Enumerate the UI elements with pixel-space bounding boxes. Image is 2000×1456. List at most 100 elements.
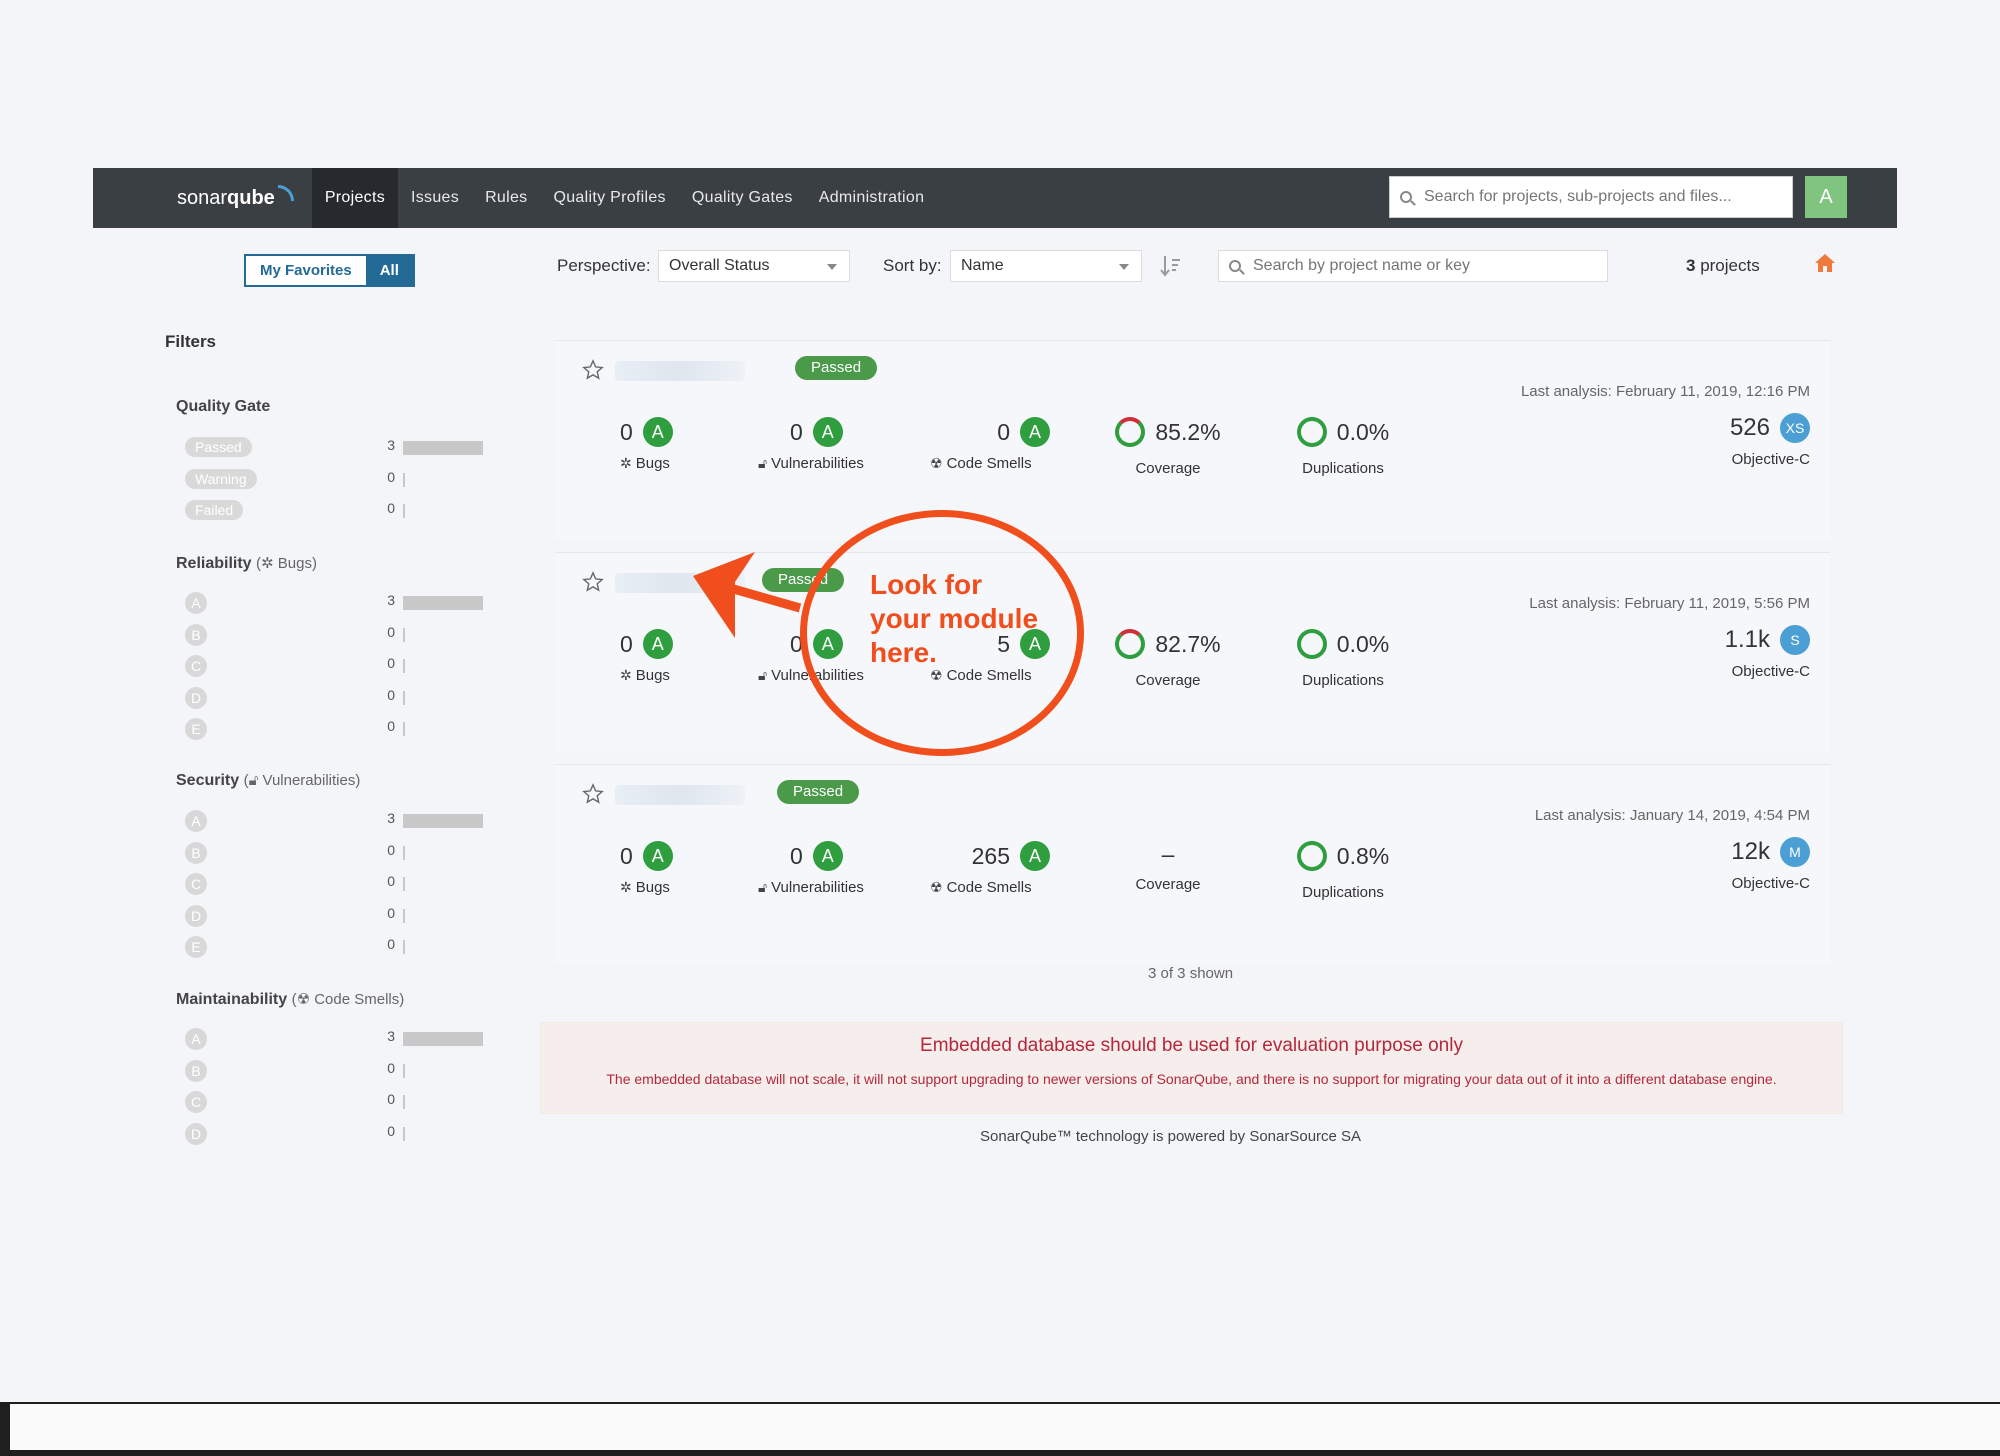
quality_gate-facet-row-failed[interactable]: Failed 0 <box>185 498 495 522</box>
size-block: 1.1k S Objective-C <box>1725 625 1810 680</box>
security-facet-row-e[interactable]: E0 <box>185 934 495 958</box>
project-search-box[interactable] <box>1218 250 1608 282</box>
code-smells-grade: A <box>1020 841 1050 871</box>
code-smells-label: Code Smells <box>946 879 1032 896</box>
sort-select[interactable]: Name <box>950 250 1142 282</box>
rating-badge: A <box>185 1028 207 1050</box>
code-smell-icon: ☢︎ <box>930 455 943 471</box>
maintainability-facet-row-d[interactable]: D0 <box>185 1121 495 1145</box>
my-favorites-button[interactable]: My Favorites <box>246 256 366 285</box>
lock-icon: 🔓︎ <box>758 879 768 895</box>
facet-count: 3 <box>387 592 395 608</box>
maintainability-subtitle: Code Smells <box>314 991 400 1008</box>
security-facet-row-b[interactable]: B0 <box>185 840 495 864</box>
quality-gate-facet-title[interactable]: Quality Gate <box>176 398 270 416</box>
lines-of-code: 12k <box>1731 838 1770 865</box>
maintainability-facet-row-b[interactable]: B0 <box>185 1058 495 1082</box>
project-search-input[interactable] <box>1253 257 1593 275</box>
global-search-box[interactable] <box>1389 176 1793 218</box>
nav-quality-profiles[interactable]: Quality Profiles <box>540 168 678 228</box>
favorite-star-icon[interactable] <box>582 359 604 381</box>
quality_gate-facet-row-warning[interactable]: Warning 0 <box>185 467 495 491</box>
bug-icon: ✲ <box>620 879 632 895</box>
maintainability-title-text: Maintainability <box>176 991 288 1008</box>
security-facet-row-a[interactable]: A3 <box>185 808 495 832</box>
warning-title: Embedded database should be used for eva… <box>920 1035 1463 1056</box>
facet-count: 0 <box>387 623 395 640</box>
facet-bar <box>403 814 483 828</box>
maintainability-facet-row-a[interactable]: A3 <box>185 1026 495 1050</box>
facet-count: 3 <box>387 1028 395 1044</box>
security-facet-row-c[interactable]: C0 <box>185 871 495 895</box>
rating-badge: B <box>185 623 207 646</box>
project-language: Objective-C <box>1731 451 1810 468</box>
reliability-facet-row-e[interactable]: E0 <box>185 716 495 740</box>
facet-bar <box>403 659 405 673</box>
project-name-redacted[interactable] <box>615 785 745 805</box>
vulnerabilities-metric[interactable]: 0 A 🔓︎ Vulnerabilities <box>758 417 864 472</box>
quality_gate-facet-row-passed[interactable]: Passed 3 <box>185 435 495 459</box>
nav-projects[interactable]: Projects <box>311 168 399 228</box>
nav-administration[interactable]: Administration <box>806 168 938 228</box>
home-icon[interactable] <box>1814 252 1836 274</box>
duplications-ring <box>1296 629 1327 659</box>
shown-count: 3 of 3 shown <box>1148 965 1234 982</box>
facet-bar <box>403 627 405 642</box>
global-search-input[interactable] <box>1424 188 1784 206</box>
sort-order-icon[interactable] <box>1160 254 1182 284</box>
security-facet-title[interactable]: Security (🔓︎ Vulnerabilities) <box>176 772 360 790</box>
bugs-metric[interactable]: 0 A ✲ Bugs <box>620 417 673 472</box>
coverage-metric[interactable]: 82.7% Coverage <box>1098 629 1238 689</box>
user-avatar[interactable]: A <box>1805 176 1847 218</box>
facet-count: 0 <box>387 1059 395 1076</box>
security-title-text: Security <box>176 772 240 789</box>
duplications-value: 0.0% <box>1336 418 1390 445</box>
bugs-metric[interactable]: 0 A ✲ Bugs <box>620 629 673 684</box>
facet-bar <box>403 690 405 705</box>
annotation-line-2: your module <box>870 603 1039 634</box>
code-smells-metric[interactable]: 0 A ☢︎ Code Smells <box>930 417 1050 472</box>
reliability-facet-row-c[interactable]: C0 <box>185 653 495 677</box>
top-navbar: sonar qube Projects Issues Rules Quality … <box>93 168 1897 228</box>
code-smells-metric[interactable]: 265 A ☢︎ Code Smells <box>930 841 1050 896</box>
rating-badge: B <box>185 1059 207 1082</box>
sonarqube-logo[interactable]: sonar qube <box>177 185 294 210</box>
annotation-line-1: Look for <box>870 569 982 600</box>
facet-bar <box>403 1032 483 1046</box>
coverage-metric[interactable]: 85.2% Coverage <box>1098 417 1238 477</box>
maintainability-facet-title[interactable]: Maintainability (☢︎ Code Smells) <box>176 990 404 1009</box>
rating-badge: D <box>185 1122 207 1145</box>
all-button[interactable]: All <box>365 256 413 285</box>
reliability-facet-row-d[interactable]: D0 <box>185 685 495 709</box>
duplications-ring <box>1296 841 1327 871</box>
coverage-label: Coverage <box>1135 672 1201 689</box>
security-facet-row-d[interactable]: D0 <box>185 903 495 927</box>
rating-badge: E <box>185 718 207 740</box>
reliability-facet-row-a[interactable]: A3 <box>185 590 495 614</box>
perspective-select[interactable]: Overall Status <box>658 250 850 282</box>
project-name-redacted[interactable] <box>615 361 745 381</box>
vulnerabilities-metric[interactable]: 0 A 🔓︎ Vulnerabilities <box>758 841 864 896</box>
reliability-facet-row-b[interactable]: B0 <box>185 622 495 646</box>
rating-badge: C <box>185 655 207 677</box>
duplications-ring <box>1296 417 1327 447</box>
rating-badge: D <box>185 904 207 927</box>
bugs-metric[interactable]: 0 A ✲ Bugs <box>620 841 673 896</box>
favorite-star-icon[interactable] <box>582 571 604 593</box>
nav-issues[interactable]: Issues <box>398 168 472 228</box>
favorite-star-icon[interactable] <box>582 783 604 805</box>
coverage-value: 85.2% <box>1155 418 1221 445</box>
gate-pill: Failed <box>185 500 244 520</box>
nav-quality-gates[interactable]: Quality Gates <box>679 168 806 228</box>
duplications-metric[interactable]: 0.0% Duplications <box>1273 417 1413 477</box>
nav-rules[interactable]: Rules <box>472 168 540 228</box>
coverage-metric[interactable]: – Coverage <box>1098 841 1238 893</box>
rating-badge: E <box>185 936 207 958</box>
search-icon <box>1229 260 1241 272</box>
gate-pill: Passed <box>185 437 252 457</box>
maintainability-facet-row-c[interactable]: C0 <box>185 1089 495 1113</box>
duplications-metric[interactable]: 0.8% Duplications <box>1273 841 1413 901</box>
duplications-metric[interactable]: 0.0% Duplications <box>1273 629 1413 689</box>
reliability-facet-title[interactable]: Reliability (✲ Bugs) <box>176 554 317 573</box>
perspective-label: Perspective: <box>557 256 651 275</box>
